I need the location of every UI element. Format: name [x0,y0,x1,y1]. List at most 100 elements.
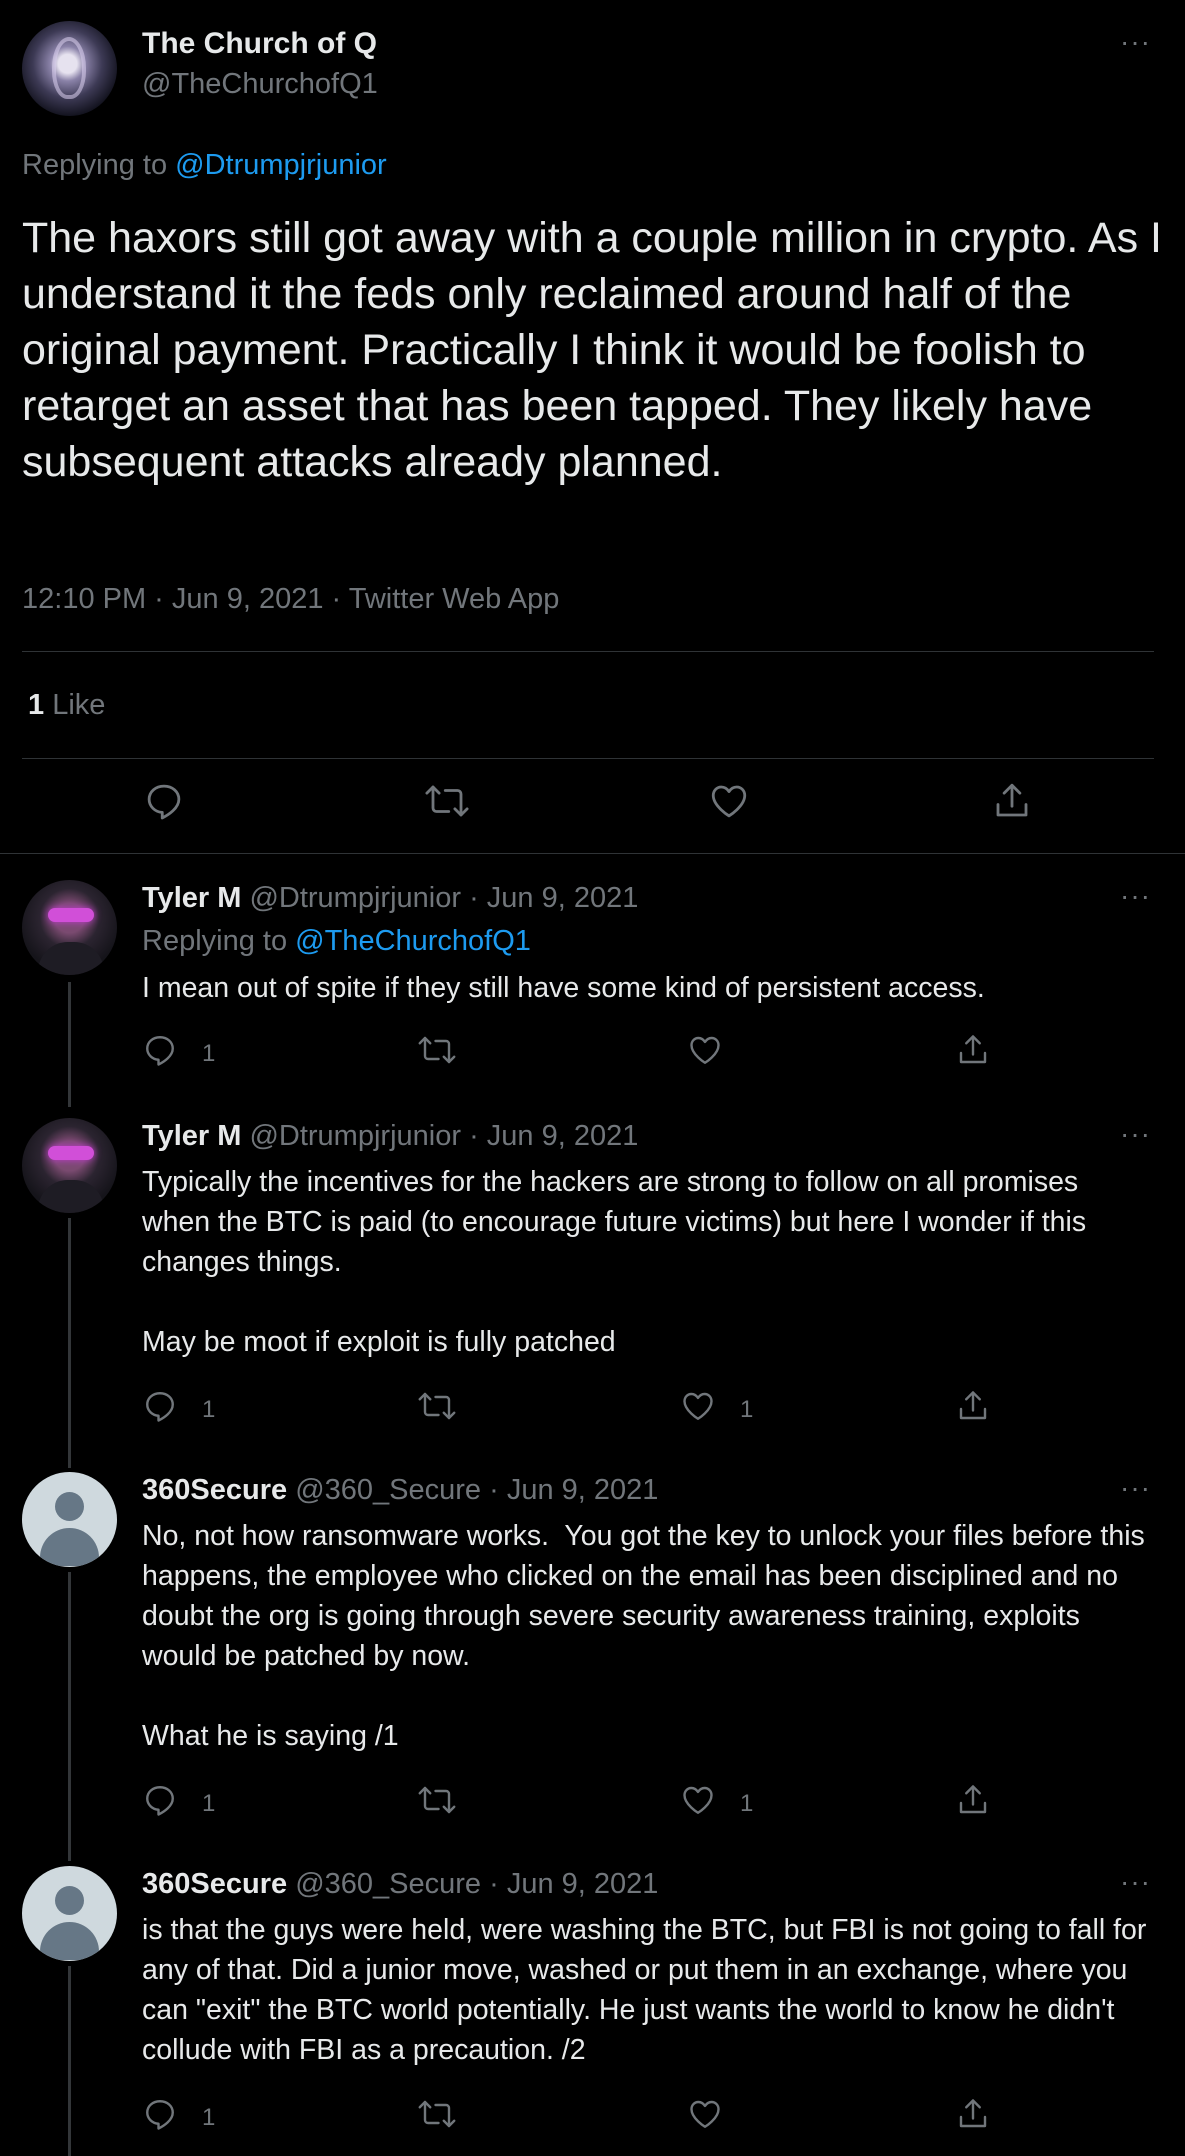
avatar[interactable] [22,1118,117,1213]
like-icon [680,1388,716,1424]
more-options-button[interactable]: ··· [1120,1472,1151,1504]
separator-dot: · [489,1474,499,1506]
reply-icon [142,1388,178,1424]
more-options-button[interactable]: ··· [1120,1866,1151,1898]
author-name[interactable]: The Church of Q [142,27,377,61]
share-button[interactable] [955,1032,991,1068]
replying-to-link[interactable]: @TheChurchofQ1 [295,925,531,957]
replying-to-prefix: Replying to [22,149,168,181]
avatar[interactable] [22,880,117,975]
author-handle[interactable]: @Dtrumpjrjunior [249,1120,461,1152]
more-options-button[interactable]: ··· [1120,880,1151,912]
more-options-button[interactable]: ··· [1120,1118,1151,1150]
tweet-date[interactable]: Jun 9, 2021 [507,1474,659,1506]
tweet-text: Typically the incentives for the hackers… [142,1166,1087,1358]
like-count: 1 [740,1396,754,1423]
author-handle[interactable]: @360_Secure [295,1868,481,1900]
default-avatar-head [55,1886,84,1915]
tweet-text: is that the guys were held, were washing… [142,1914,1155,2066]
share-button[interactable] [955,1782,991,1818]
like-count: 1 [740,1790,754,1817]
avatar[interactable] [22,1866,117,1961]
share-icon [955,1032,991,1068]
tweet-text: I mean out of spite if they still have s… [142,972,985,1004]
tweet-text: No, not how ransomware works. You got th… [142,1520,1145,1752]
share-icon [955,2096,991,2132]
replying-to-prefix: Replying to [142,925,288,957]
retweet-icon [417,1032,457,1068]
reply-button[interactable] [142,1388,178,1424]
tweet-header: Tyler M @Dtrumpjrjunior · Jun 9, 2021 [142,1120,638,1153]
tweet-actions: 1 [0,1032,1185,1072]
reply-icon [143,780,185,822]
retweet-button[interactable] [417,1032,457,1068]
like-button[interactable] [680,1782,716,1818]
tweet-header: Tyler M @Dtrumpjrjunior · Jun 9, 2021 [142,882,638,915]
divider [22,651,1154,652]
reply-button[interactable] [143,780,185,822]
default-avatar-head [55,1492,84,1521]
more-options-button[interactable]: ··· [1120,26,1151,58]
tweet-header: 360Secure @360_Secure · Jun 9, 2021 [142,1474,658,1507]
share-button[interactable] [955,2096,991,2132]
default-avatar-body [40,1528,99,1566]
replying-to: Replying to @TheChurchofQ1 [142,925,531,958]
reply-button[interactable] [142,1032,178,1068]
section-divider [0,853,1185,854]
author-handle[interactable]: @Dtrumpjrjunior [249,882,461,914]
likes-count: 1 [28,689,45,721]
like-button[interactable] [687,1032,723,1068]
separator-dot: · [469,1120,479,1152]
tweet-date[interactable]: Jun 9, 2021 [507,1868,659,1900]
reply-count: 1 [202,1040,216,1067]
like-icon [687,2096,723,2132]
tweet-actions: 1 1 [0,1388,1185,1428]
replying-to-link[interactable]: @Dtrumpjrjunior [175,149,387,181]
tweet-date[interactable]: Jun 9, 2021 [487,882,639,914]
likes-stat[interactable]: 1 Like [28,689,105,722]
author-name[interactable]: Tyler M [142,882,241,914]
like-button[interactable] [687,2096,723,2132]
retweet-icon [424,780,470,822]
tweet-actions: 1 [0,2096,1185,2136]
share-button[interactable] [991,780,1033,822]
author-handle[interactable]: @360_Secure [295,1474,481,1506]
thread-line [68,1218,71,1468]
reply-icon [142,1032,178,1068]
share-icon [955,1388,991,1424]
retweet-icon [417,1782,457,1818]
avatar[interactable] [22,1472,117,1567]
tweet-thread-page: The Church of Q @TheChurchofQ1 ··· Reply… [0,0,1185,2156]
reply-count: 1 [202,2104,216,2131]
reply-button[interactable] [142,1782,178,1818]
tweet-header: 360Secure @360_Secure · Jun 9, 2021 [142,1868,658,1901]
retweet-button[interactable] [417,1388,457,1424]
like-button[interactable] [708,780,750,822]
reply-icon [142,1782,178,1818]
tweet-meta[interactable]: 12:10 PM · Jun 9, 2021 · Twitter Web App [22,583,559,616]
author-handle[interactable]: @TheChurchofQ1 [142,68,378,101]
reply-icon [142,2096,178,2132]
likes-label: Like [52,689,106,721]
like-icon [680,1782,716,1818]
author-name[interactable]: 360Secure [142,1474,287,1506]
replying-to: Replying to @Dtrumpjrjunior [22,149,387,182]
reply-button[interactable] [142,2096,178,2132]
avatar[interactable] [22,21,117,116]
retweet-button[interactable] [424,780,470,822]
reply-count: 1 [202,1396,216,1423]
author-name[interactable]: Tyler M [142,1120,241,1152]
tweet-actions: 1 1 [0,1782,1185,1822]
tweet-actions [0,780,1185,830]
retweet-icon [417,2096,457,2132]
retweet-button[interactable] [417,2096,457,2132]
separator-dot: · [469,882,479,914]
default-avatar-body [40,1922,99,1960]
divider [22,758,1154,759]
like-button[interactable] [680,1388,716,1424]
author-name[interactable]: 360Secure [142,1868,287,1900]
tweet-date[interactable]: Jun 9, 2021 [487,1120,639,1152]
share-button[interactable] [955,1388,991,1424]
retweet-button[interactable] [417,1782,457,1818]
reply-count: 1 [202,1790,216,1817]
